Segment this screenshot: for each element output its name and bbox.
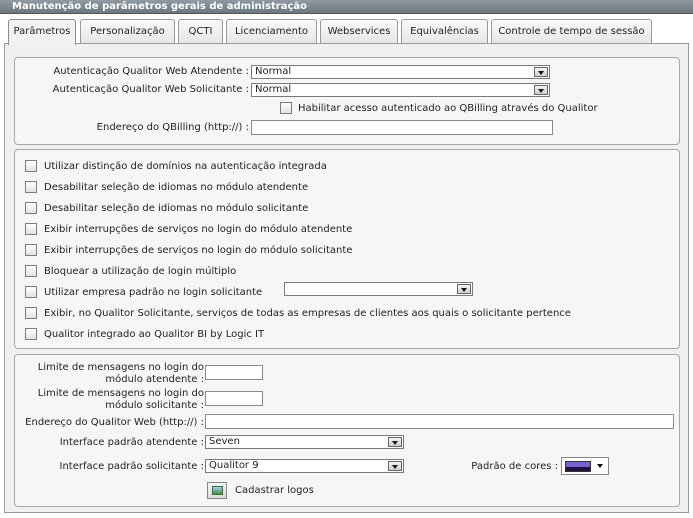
padrao-cores-label: Padrão de cores : — [471, 461, 558, 472]
limite-atendente-input[interactable] — [205, 365, 263, 380]
tab-webservices[interactable]: Webservices — [320, 19, 398, 44]
option-label: Qualitor integrado ao Qualitor BI by Log… — [44, 329, 265, 340]
option-checkbox[interactable] — [25, 286, 37, 298]
qualitor-web-address-input[interactable] — [205, 414, 674, 429]
cadastrar-logos-label[interactable]: Cadastrar logos — [235, 485, 314, 497]
option-checkbox[interactable] — [25, 160, 37, 172]
options-panel: Utilizar distinção de domínios na autent… — [14, 149, 680, 349]
tab-qcti[interactable]: QCTI — [178, 19, 223, 44]
chevron-down-icon — [534, 85, 548, 95]
chevron-down-icon — [597, 464, 603, 468]
option-label: Exibir, no Qualitor Solicitante, serviço… — [44, 308, 571, 319]
auth-atendente-label: Autenticação Qualitor Web Atendente : — [53, 66, 249, 77]
option-label: Desabilitar seleção de idiomas no módulo… — [44, 182, 309, 193]
option-label: Exibir interrupções de serviços no login… — [44, 224, 353, 235]
interface-solicitante-select[interactable]: Qualitor 9 — [205, 459, 404, 473]
tab-licenciamento[interactable]: Licenciamento — [226, 19, 317, 44]
limite-atendente-label-2: módulo atendente : — [105, 374, 204, 385]
image-icon — [212, 486, 223, 495]
tab-bar: Parâmetros Personalização QCTI Licenciam… — [4, 19, 689, 45]
option-label: Utilizar empresa padrão no login solicit… — [44, 287, 263, 298]
option-checkbox[interactable] — [25, 328, 37, 340]
option-label: Desabilitar seleção de idiomas no módulo… — [44, 203, 309, 214]
limite-solicitante-input[interactable] — [205, 391, 263, 406]
limite-solicitante-label-1: Limite de mensagens no login do — [37, 388, 204, 399]
qbilling-address-input[interactable] — [251, 120, 553, 135]
cadastrar-logos-button[interactable] — [207, 482, 227, 499]
auth-panel: Autenticação Qualitor Web Atendente : No… — [14, 57, 680, 145]
empresa-padrao-select[interactable] — [284, 282, 473, 296]
limite-atendente-label-1: Limite de mensagens no login do — [37, 362, 204, 373]
limite-solicitante-label-2: módulo solicitante : — [105, 400, 204, 411]
auth-solicitante-select[interactable]: Normal — [251, 83, 550, 97]
color-scheme-picker[interactable] — [561, 457, 609, 475]
qbilling-address-label: Endereço do QBilling (http://) : — [96, 122, 249, 133]
option-checkbox[interactable] — [25, 181, 37, 193]
chevron-down-icon — [534, 67, 548, 77]
chevron-down-icon — [388, 461, 402, 471]
qbilling-auth-checkbox[interactable] — [280, 102, 292, 114]
option-checkbox[interactable] — [25, 202, 37, 214]
window-title: Manutenção de parâmetros gerais de admin… — [0, 0, 693, 14]
chevron-down-icon — [388, 437, 402, 447]
option-label: Utilizar distinção de domínios na autent… — [44, 161, 327, 172]
option-checkbox[interactable] — [25, 307, 37, 319]
option-checkbox[interactable] — [25, 265, 37, 277]
chevron-down-icon — [457, 284, 471, 294]
option-checkbox[interactable] — [25, 223, 37, 235]
option-label: Exibir interrupções de serviços no login… — [44, 245, 353, 256]
auth-solicitante-label: Autenticação Qualitor Web Solicitante : — [52, 84, 249, 95]
tab-parametros[interactable]: Parâmetros — [8, 19, 76, 45]
interface-atendente-select[interactable]: Seven — [205, 435, 404, 449]
tab-controle-tempo-sessao[interactable]: Controle de tempo de sessão — [491, 19, 652, 44]
qualitor-web-address-label: Endereço do Qualitor Web (http://) : — [25, 417, 204, 428]
tab-equivalencias[interactable]: Equivalências — [401, 19, 488, 44]
interface-solicitante-label: Interface padrão solicitante : — [59, 461, 204, 472]
login-panel: Limite de mensagens no login do módulo a… — [14, 354, 680, 507]
option-label: Bloquear a utilização de login múltiplo — [44, 266, 237, 277]
interface-atendente-label: Interface padrão atendente : — [59, 437, 204, 448]
tab-personalizacao[interactable]: Personalização — [80, 19, 175, 44]
auth-atendente-select[interactable]: Normal — [251, 65, 550, 79]
color-swatch — [565, 461, 591, 472]
option-checkbox[interactable] — [25, 244, 37, 256]
qbilling-auth-label: Habilitar acesso autenticado ao QBilling… — [298, 103, 598, 114]
